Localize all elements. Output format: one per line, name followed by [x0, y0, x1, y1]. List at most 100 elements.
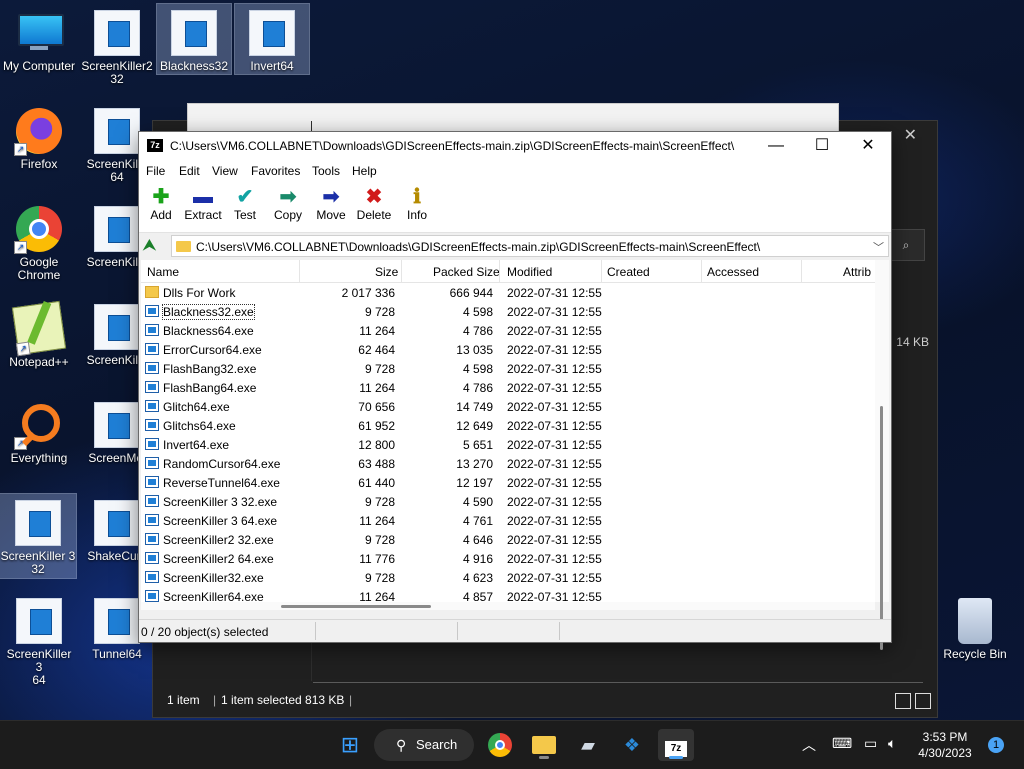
desktop-icon-notepad-plus-plus[interactable]: ↗ Notepad++	[2, 298, 76, 388]
maximize-button[interactable]: ☐	[799, 132, 845, 160]
table-row[interactable]: ScreenKiller64.exe 11 264 4 857 2022-07-31 …	[141, 587, 875, 602]
desktop-icon-everything[interactable]: ↗ Everything	[2, 396, 76, 486]
table-row[interactable]: Glitchs64.exe 61 952 12 649 2022-07-31 12:5…	[141, 416, 875, 435]
desktop-icon-invert64[interactable]: Invert64	[234, 3, 310, 75]
exe-icon	[145, 343, 159, 355]
clock[interactable]: 3:53 PM 4/30/2023	[910, 729, 980, 761]
desktop-icon-blackness32[interactable]: Blackness32	[156, 3, 232, 75]
column-divider[interactable]	[601, 260, 602, 282]
file-size: 61 952	[358, 419, 395, 433]
exe-icon	[145, 533, 159, 545]
file-explorer-taskbar-icon[interactable]	[526, 729, 562, 761]
table-row[interactable]: ScreenKiller2 32.exe 9 728 4 646 2022-07-31…	[141, 530, 875, 549]
7zip-window[interactable]: 7z C:\Users\VM6.COLLABNET\Downloads\GDIS…	[138, 131, 892, 650]
add-button[interactable]: ✚ Add	[139, 186, 183, 222]
exe-icon	[145, 362, 159, 374]
desktop-icon-label: Blackness32	[159, 59, 229, 73]
chrome-taskbar-icon[interactable]	[482, 729, 518, 761]
keyboard-icon[interactable]: ⌨	[832, 735, 852, 752]
chevron-up-icon[interactable]: ︿	[802, 735, 816, 755]
scroll-thumb[interactable]	[880, 406, 883, 650]
desktop-icon-screenkiller3-32[interactable]: ScreenKiller 3 32	[0, 493, 77, 579]
menu-file[interactable]: File	[146, 164, 165, 178]
drive-taskbar-icon[interactable]: ▰	[570, 729, 606, 761]
network-icon[interactable]: ▭	[864, 735, 877, 752]
desktop-icon-my-computer[interactable]: My Computer	[2, 4, 76, 94]
minimize-button[interactable]: —	[753, 132, 799, 160]
column-modified[interactable]: Modified	[507, 265, 552, 279]
table-row[interactable]: ScreenKiller32.exe 9 728 4 623 2022-07-31 1…	[141, 568, 875, 587]
status-bar: 0 / 20 object(s) selected	[139, 619, 891, 642]
move-button[interactable]: ➡ Move	[309, 186, 353, 222]
windows-start-icon[interactable]: ⊞	[332, 729, 368, 761]
file-name: ErrorCursor64.exe	[163, 343, 262, 357]
menu-edit[interactable]: Edit	[179, 164, 200, 178]
info-button[interactable]: ℹ Info	[395, 186, 439, 222]
vertical-scrollbar[interactable]	[875, 260, 889, 650]
column-attrib[interactable]: Attrib	[843, 265, 871, 279]
file-list[interactable]: Name Size Packed Size Modified Created A…	[141, 260, 875, 602]
app-taskbar-icon[interactable]: ❖	[614, 729, 650, 761]
copy-button[interactable]: ➡ Copy	[266, 186, 310, 222]
title-bar[interactable]: 7z C:\Users\VM6.COLLABNET\Downloads\GDIS…	[139, 132, 891, 160]
active-indicator	[669, 756, 683, 759]
notification-badge[interactable]: 1	[988, 737, 1004, 753]
close-icon[interactable]: ✕	[904, 125, 917, 145]
table-row[interactable]: RandomCursor64.exe 63 488 13 270 2022-07-31…	[141, 454, 875, 473]
column-size[interactable]: Size	[375, 265, 398, 279]
address-field[interactable]: C:\Users\VM6.COLLABNET\Downloads\GDIScre…	[171, 235, 889, 257]
delete-button[interactable]: ✖ Delete	[352, 186, 396, 222]
volume-icon[interactable]: 🔈︎	[888, 735, 896, 752]
column-divider[interactable]	[801, 260, 802, 282]
chevron-down-icon[interactable]: ﹀	[873, 239, 884, 255]
column-divider[interactable]	[299, 260, 300, 282]
details-view-icon[interactable]	[895, 693, 911, 709]
menu-favorites[interactable]: Favorites	[251, 164, 300, 178]
table-row[interactable]: FlashBang32.exe 9 728 4 598 2022-07-31 12:5…	[141, 359, 875, 378]
extract-button[interactable]: ▬ Extract	[181, 186, 225, 222]
column-created[interactable]: Created	[607, 265, 650, 279]
table-row[interactable]: Glitch64.exe 70 656 14 749 2022-07-31 12:55	[141, 397, 875, 416]
scroll-thumb[interactable]	[281, 605, 431, 608]
up-folder-icon[interactable]: ⮝	[143, 238, 159, 254]
column-divider[interactable]	[701, 260, 702, 282]
table-row[interactable]: ReverseTunnel64.exe 61 440 12 197 2022-07-3…	[141, 473, 875, 492]
exe-icon	[171, 10, 217, 56]
tiles-view-icon[interactable]	[915, 693, 931, 709]
table-row[interactable]: ScreenKiller2 64.exe 11 776 4 916 2022-07-3…	[141, 549, 875, 568]
desktop-icon-firefox[interactable]: ↗ Firefox	[2, 102, 76, 192]
view-switcher[interactable]	[891, 693, 931, 712]
shortcut-arrow-icon: ↗	[14, 437, 27, 450]
menu-tools[interactable]: Tools	[312, 164, 340, 178]
column-packed-size[interactable]: Packed Size	[433, 265, 500, 279]
file-name: ScreenKiller 3 32.exe	[163, 495, 278, 509]
taskbar-search[interactable]: ⚲ Search	[374, 729, 474, 761]
menu-help[interactable]: Help	[352, 164, 377, 178]
desktop-icon-google-chrome[interactable]: ↗ Google Chrome	[2, 200, 76, 290]
exe-icon	[145, 457, 159, 469]
column-name[interactable]: Name	[147, 265, 179, 279]
table-row[interactable]: ScreenKiller 3 64.exe 11 264 4 761 2022-07-…	[141, 511, 875, 530]
table-row[interactable]: ScreenKiller 3 32.exe 9 728 4 590 2022-07-3…	[141, 492, 875, 511]
folder-icon	[532, 736, 556, 754]
table-row[interactable]: Invert64.exe 12 800 5 651 2022-07-31 12:55	[141, 435, 875, 454]
horizontal-scrollbar[interactable]	[141, 602, 875, 610]
desktop-icon-recycle-bin[interactable]: Recycle Bin	[938, 592, 1012, 682]
test-button[interactable]: ✔ Test	[223, 186, 267, 222]
table-row[interactable]: Blackness64.exe 11 264 4 786 2022-07-31 12:…	[141, 321, 875, 340]
table-row[interactable]: FlashBang64.exe 11 264 4 786 2022-07-31 12:…	[141, 378, 875, 397]
status-divider	[457, 622, 458, 640]
menu-view[interactable]: View	[212, 164, 238, 178]
file-packed-size: 13 270	[456, 457, 493, 471]
table-row[interactable]: ErrorCursor64.exe 62 464 13 035 2022-07-31 …	[141, 340, 875, 359]
desktop-icon-screenkiller2-32[interactable]: ScreenKiller2 32	[80, 4, 154, 94]
column-accessed[interactable]: Accessed	[707, 265, 759, 279]
7zip-taskbar-icon[interactable]: 7z	[658, 729, 694, 761]
desktop-icon-screenkiller3-64[interactable]: ScreenKiller 3 64	[2, 592, 76, 687]
column-divider[interactable]	[401, 260, 402, 282]
close-button[interactable]: ✕	[845, 132, 891, 160]
table-row[interactable]: Dlls For Work 2 017 336 666 944 2022-07-31 …	[141, 283, 875, 302]
column-divider[interactable]	[499, 260, 500, 282]
table-row[interactable]: Blackness32.exe 9 728 4 598 2022-07-31 12:5…	[141, 302, 875, 321]
search-icon[interactable]: ⌕	[887, 229, 925, 261]
